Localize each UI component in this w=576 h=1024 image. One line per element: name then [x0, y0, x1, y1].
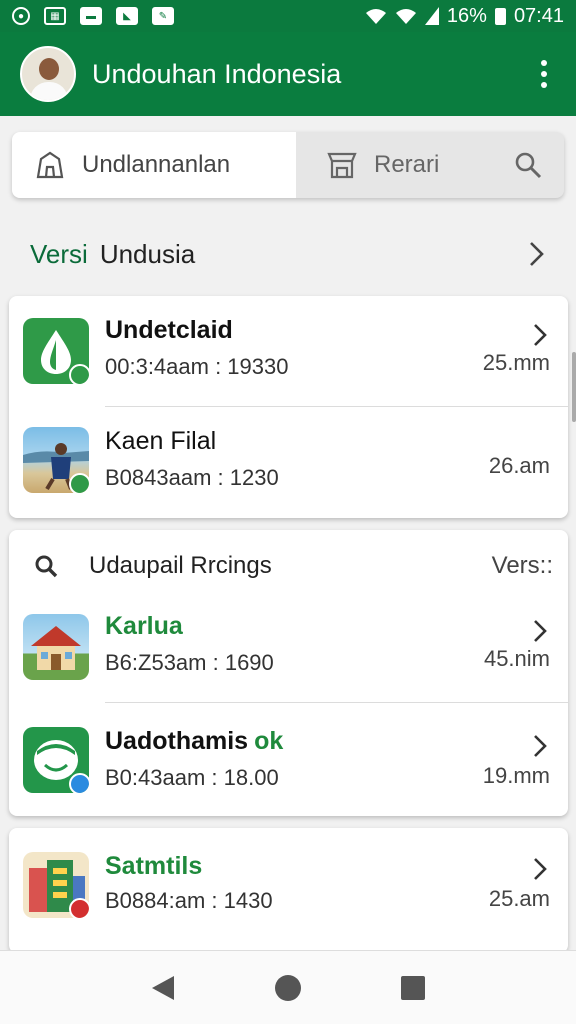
list-item[interactable]: Uadothamis ok B0:43aam : 18.00 19.mm: [9, 703, 568, 815]
record-icon: ●: [12, 7, 30, 25]
item-size: 45.nim: [483, 646, 550, 671]
recents-icon[interactable]: [393, 968, 433, 1008]
item-subtitle: B0:43aam : 18.00: [105, 765, 279, 790]
item-size: 25.mm: [482, 350, 550, 375]
signal-icon: [424, 7, 439, 25]
chat-icon: [23, 727, 89, 793]
item-title: Uadothamis ok: [105, 727, 284, 755]
house-icon: [23, 614, 89, 680]
droplet-icon: [23, 318, 89, 384]
tab-label: Undlannanlan: [82, 151, 231, 178]
item-subtitle: B0843aam : 1230: [105, 465, 279, 490]
item-title: Undetclaid: [105, 316, 233, 344]
home-icon: [36, 151, 64, 179]
battery-percent: 16%: [446, 4, 487, 27]
section-title: Undusia: [99, 238, 196, 269]
status-bar: ● ▦ ▬ ◣ ✎ 16% 07:41: [0, 0, 576, 32]
edit-icon: ✎: [152, 7, 174, 25]
list-item[interactable]: Kaen Filal B0843aam : 1230 26.am: [9, 407, 568, 517]
home-circle-icon[interactable]: [268, 968, 308, 1008]
wifi-icon: [365, 9, 386, 24]
clock: 07:41: [513, 4, 564, 27]
tab-label: Rerari: [374, 151, 440, 178]
card-header[interactable]: Udaupail Rrcings Vers::: [33, 548, 553, 584]
tab-downloads[interactable]: Undlannanlan: [12, 132, 296, 198]
list-item[interactable]: Karlua B6:Z53am : 1690 45.nim: [9, 590, 568, 702]
battery-icon: [494, 7, 506, 25]
item-subtitle: B6:Z53am : 1690: [105, 650, 274, 675]
store-icon: [327, 152, 357, 179]
app-bar: Undouhan Indonesia: [0, 32, 576, 116]
card-header-right: Vers::: [491, 552, 553, 579]
item-subtitle: B0884:am : 1430: [105, 888, 273, 913]
download-card: Undetclaid 00:3:4aam : 19330 25.mm Kaen …: [9, 296, 568, 518]
item-title: Kaen Filal: [105, 427, 217, 455]
item-size: 19.mm: [482, 763, 550, 788]
chevron-right-icon: [534, 620, 547, 642]
section-header[interactable]: Versi Undusia: [30, 232, 546, 276]
ratings-card: Udaupail Rrcings Vers:: Karlua B6:Z53am …: [9, 530, 568, 816]
building-icon: [23, 852, 89, 918]
item-title: Karlua: [105, 612, 183, 640]
chevron-right-icon: [534, 858, 547, 880]
item-size: 25.am: [488, 886, 550, 911]
app-title: Undouhan Indonesia: [92, 58, 342, 89]
search-icon[interactable]: [514, 151, 542, 179]
ok-badge: ok: [254, 727, 284, 755]
gallery-icon: ▦: [44, 7, 66, 25]
list-item[interactable]: Undetclaid 00:3:4aam : 19330 25.mm: [9, 296, 568, 406]
section-prefix: Versi: [30, 238, 88, 269]
message-icon: ◣: [116, 7, 138, 25]
item-size: 26.am: [488, 453, 550, 478]
item-subtitle: 00:3:4aam : 19330: [105, 354, 289, 379]
beach-photo: [23, 427, 89, 493]
message-icon: ▬: [80, 7, 102, 25]
more-vert-icon[interactable]: [532, 54, 556, 94]
avatar[interactable]: [20, 46, 76, 102]
wifi-icon: [395, 9, 416, 24]
chevron-right-icon: [530, 242, 544, 266]
chevron-right-icon: [534, 735, 547, 757]
back-icon[interactable]: [143, 968, 183, 1008]
tab-bar: Undlannanlan Rerari: [12, 132, 564, 198]
download-card: Satmtils B0884:am : 1430 25.am: [9, 828, 568, 953]
navigation-bar: [0, 950, 576, 1024]
chevron-right-icon: [534, 324, 547, 346]
tab-search[interactable]: Rerari: [296, 132, 564, 198]
item-title: Satmtils: [105, 852, 203, 880]
scrollbar[interactable]: [572, 352, 576, 422]
list-item[interactable]: Satmtils B0884:am : 1430 25.am: [9, 828, 568, 943]
search-icon: [35, 555, 58, 578]
card-header-label: Udaupail Rrcings: [89, 552, 272, 579]
